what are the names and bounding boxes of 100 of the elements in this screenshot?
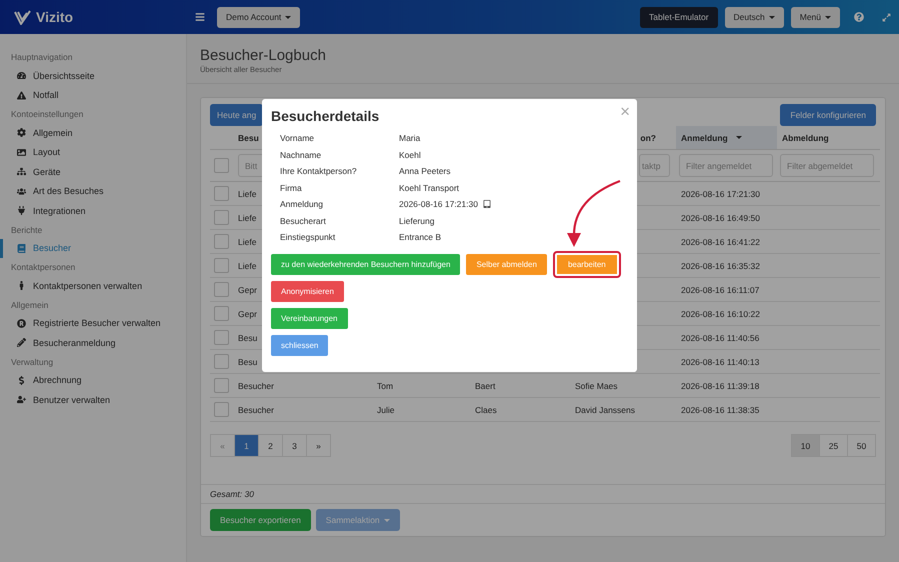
page-size-button[interactable]: 10	[791, 434, 820, 457]
table-cell: Baert	[475, 380, 496, 390]
checkbox[interactable]	[214, 234, 229, 249]
section-heading: Hauptnavigation	[10, 51, 74, 64]
filter-field[interactable]: taktp	[639, 154, 670, 177]
page-button[interactable]: 3	[282, 434, 307, 457]
sidebar-item[interactable]: Integrationen	[0, 201, 186, 220]
table-cell: 2026-08-16 16:11:07	[681, 284, 760, 294]
nav-icon	[17, 395, 26, 404]
caret-icon	[825, 16, 831, 18]
table-cell: Besucher	[238, 404, 274, 414]
nav-icon	[17, 244, 26, 253]
dropdown-button[interactable]: Deutsch	[724, 6, 784, 28]
table-cell: Julie	[377, 404, 394, 414]
nav-icon	[17, 90, 26, 100]
detail-label: Vorname	[280, 132, 316, 146]
table-cell: 2026-08-16 16:35:32	[681, 260, 760, 270]
checkbox[interactable]	[214, 354, 229, 369]
sidebar-item[interactable]: Abrechnung	[0, 370, 186, 390]
sidebar-item[interactable]: Art des Besuches	[0, 182, 186, 201]
page-button[interactable]: 2	[258, 434, 283, 457]
account-dropdown[interactable]: Demo Account	[217, 6, 300, 28]
table-cell: Liefe	[238, 212, 256, 222]
table-cell: 2026-08-16 11:38:35	[681, 404, 760, 414]
sidebar-item[interactable]: Geräte	[0, 162, 186, 182]
page-title: Besucher-Logbuch	[200, 46, 327, 65]
table-cell: 2026-08-16 11:40:56	[681, 332, 760, 342]
sidebar-item[interactable]: Besucheranmeldung	[0, 333, 186, 352]
total-count: Gesamt: 30	[210, 489, 254, 499]
checkbox[interactable]	[214, 186, 229, 201]
table-cell: Besu	[238, 356, 258, 366]
expand-icon[interactable]	[882, 12, 891, 22]
checkbox[interactable]	[214, 210, 229, 225]
section-heading: Kontaktpersonen	[10, 261, 76, 274]
checkbox[interactable]	[214, 402, 229, 417]
checkbox[interactable]	[214, 378, 229, 393]
detail-label: Nachname	[280, 148, 322, 162]
filter-field[interactable]: Filter abgemeldet	[780, 154, 874, 177]
sidebar-item[interactable]: Notfall	[0, 86, 186, 105]
sidebar-item[interactable]: Kontaktpersonen verwalten	[0, 276, 186, 296]
configure-fields-button[interactable]: Felder konfigurieren	[780, 104, 876, 126]
sort-icon	[736, 136, 742, 139]
page-size-button[interactable]: 50	[847, 434, 876, 457]
brand-name: Vizito	[36, 9, 74, 25]
sidebar-item[interactable]: Benutzer verwalten	[0, 390, 186, 410]
section-heading: Verwaltung	[10, 356, 54, 369]
table-cell: 2026-08-16 16:41:22	[681, 236, 760, 246]
table-cell: Liefe	[238, 236, 256, 246]
nav-icon	[17, 376, 26, 385]
nav-icon	[17, 318, 26, 328]
checkbox[interactable]	[214, 282, 229, 297]
checkbox[interactable]	[214, 158, 229, 173]
table-cell: 2026-08-16 11:40:13	[681, 356, 760, 366]
table-cell: Liefe	[238, 188, 256, 198]
menu-icon[interactable]	[195, 12, 205, 22]
nav-icon	[17, 167, 26, 176]
detail-value: Koehl Transport	[399, 182, 460, 193]
emulator-button[interactable]: Tablet-Emulator	[640, 6, 718, 28]
help-icon[interactable]	[854, 12, 864, 22]
table-cell: Claes	[475, 404, 497, 414]
detail-label: Ihre Kontaktperson?	[280, 165, 358, 178]
sidebar-item[interactable]: Layout	[0, 142, 186, 162]
section-heading: Kontoeinstellungen	[10, 108, 84, 121]
sidebar-item[interactable]: Registrierte Besucher verwalten	[0, 314, 186, 333]
sidebar-item[interactable]: Allgemein	[0, 123, 186, 142]
nav-icon	[17, 128, 26, 138]
table-cell: Besu	[238, 332, 258, 342]
checkbox[interactable]	[214, 330, 229, 345]
detail-value: Lieferung	[399, 216, 434, 226]
page-button[interactable]: »	[306, 434, 331, 457]
today-button[interactable]: Heute ang	[210, 104, 264, 126]
section-heading: Allgemein	[10, 298, 50, 312]
detail-value: 2026-08-16 17:21:30	[399, 199, 478, 210]
page-button[interactable]: 1	[234, 434, 259, 457]
detail-label: Firma	[280, 182, 303, 195]
checkbox[interactable]	[214, 306, 229, 321]
table-cell: Sofie Maes	[575, 380, 618, 390]
detail-label: Einstiegspunkt	[280, 231, 336, 244]
annotation-arrow	[567, 180, 620, 247]
section-heading: Berichte	[10, 224, 44, 236]
column-header[interactable]: Anmeldung	[676, 126, 777, 150]
sidebar-item[interactable]: Übersichtsseite	[0, 66, 186, 86]
filter-field[interactable]: Filter angemeldet	[679, 154, 773, 177]
detail-value: Entrance B	[399, 232, 442, 242]
column-header[interactable]: Abmeldung	[777, 126, 880, 150]
nav-icon	[17, 338, 26, 348]
dialog-button[interactable]: Anonymisieren	[271, 280, 344, 302]
checkbox[interactable]	[214, 258, 229, 273]
table-cell: 2026-08-16 16:10:22	[681, 308, 760, 318]
page-size-button[interactable]: 25	[819, 434, 848, 457]
detail-value: Maria	[399, 133, 420, 144]
caret-icon	[768, 16, 775, 18]
table-cell: 2026-08-16 11:39:18	[681, 380, 760, 390]
nav-icon	[17, 206, 26, 216]
logo-icon	[14, 10, 31, 24]
nav-icon	[17, 148, 26, 157]
table-cell: David Janssens	[575, 404, 636, 414]
nav-icon	[17, 186, 26, 196]
dropdown-button[interactable]: Menü	[790, 6, 840, 28]
dialog-title: Besucherdetails	[271, 107, 380, 126]
